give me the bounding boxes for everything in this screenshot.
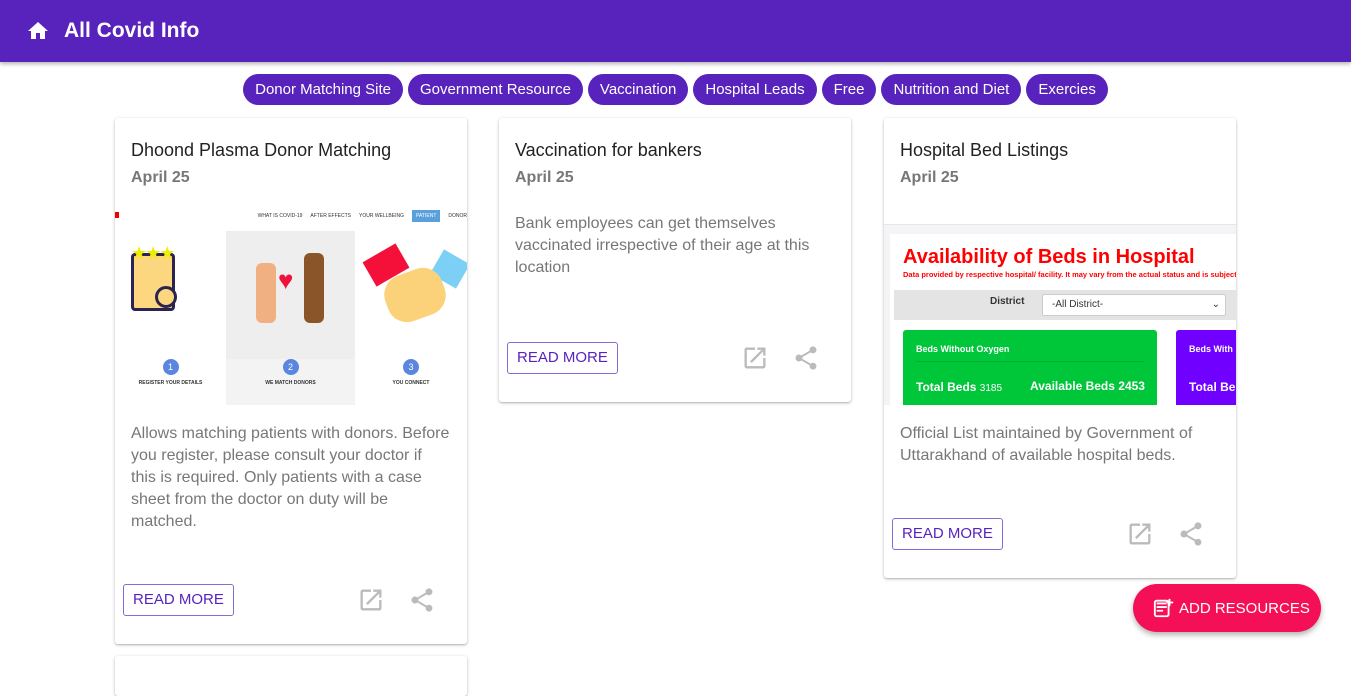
preview-nav: DONOR (448, 213, 467, 219)
chip-donor-matching[interactable]: Donor Matching Site (243, 74, 404, 105)
card-actions: Read More (507, 342, 835, 374)
share-icon[interactable] (1177, 520, 1205, 548)
total-beds-value: 3185 (979, 383, 1003, 394)
available-beds-label: Available Beds (1030, 379, 1115, 393)
app-title: All Covid Info (64, 19, 200, 42)
resource-card (115, 656, 467, 696)
category-chips: Donor Matching Site Government Resource … (0, 74, 1351, 105)
card-date: April 25 (515, 169, 574, 186)
app-bar: All Covid Info (0, 0, 1351, 62)
chip-nutrition[interactable]: Nutrition and Diet (881, 74, 1022, 105)
step-number: 2 (282, 359, 299, 375)
district-select: -All District- ⌄ (1042, 294, 1226, 316)
open-external-icon[interactable] (1126, 520, 1154, 548)
card-date: April 25 (900, 169, 959, 186)
card-title: Hospital Bed Listings (900, 140, 1069, 160)
step-label: YOU CONNECT (392, 380, 430, 386)
chip-government-resource[interactable]: Government Resource (408, 74, 583, 105)
resource-card: Vaccination for bankers April 25 Bank em… (499, 118, 851, 402)
share-icon[interactable] (408, 586, 436, 614)
chip-vaccination[interactable]: Vaccination (587, 74, 689, 105)
add-note-icon (1153, 598, 1174, 618)
read-more-button[interactable]: Read More (892, 518, 1003, 550)
box-title: Beds With (1189, 344, 1233, 354)
card-actions: Read More (123, 584, 451, 616)
total-beds-label: Total Beds (916, 380, 977, 394)
add-resources-label: Add Resources (1179, 599, 1310, 617)
preview-heading: Availability of Beds in Hospital (903, 246, 1195, 268)
card-description: Bank employees can get themselves vaccin… (515, 215, 810, 276)
resource-card: Dhoond Plasma Donor Matching April 25 WH… (115, 118, 467, 644)
resource-card: Hospital Bed Listings April 25 Availabil… (884, 118, 1236, 578)
step-label: REGISTER YOUR DETAILS (138, 380, 203, 386)
chip-free[interactable]: Free (821, 74, 877, 105)
open-external-icon[interactable] (741, 344, 769, 372)
preview-nav: WHAT IS COVID-19 (257, 213, 303, 219)
step-label: WE MATCH DONORS (265, 380, 316, 386)
box-title: Beds Without Oxygen (916, 344, 1010, 354)
card-title: Dhoond Plasma Donor Matching (131, 140, 392, 160)
box-total: Total Be (1189, 380, 1236, 394)
card-date: April 25 (131, 169, 190, 186)
preview-nav: PATIENT (412, 210, 441, 222)
district-value: -All District- (1052, 299, 1104, 310)
preview-nav: YOUR WELLBEING (358, 213, 404, 219)
card-actions: Read More (892, 518, 1220, 550)
share-icon[interactable] (792, 344, 820, 372)
card-description: Allows matching patients with donors. Be… (131, 425, 450, 530)
district-label: District (990, 296, 1025, 307)
card-image: Availability of Beds in Hospital Data pr… (884, 205, 1236, 405)
available-beds-value: 2453 (1118, 379, 1145, 393)
read-more-button[interactable]: Read More (507, 342, 618, 374)
step-number: 1 (162, 359, 179, 375)
open-external-icon[interactable] (357, 586, 385, 614)
preview-subheading: Data provided by respective hospital/ fa… (903, 270, 1236, 279)
read-more-button[interactable]: Read More (123, 584, 234, 616)
card-title: Vaccination for bankers (515, 140, 702, 160)
chip-exercises[interactable]: Exercies (1026, 74, 1108, 105)
preview-nav: AFTER EFFECTS (310, 213, 351, 219)
card-description: Official List maintained by Government o… (900, 425, 1193, 464)
add-resources-button[interactable]: Add Resources (1133, 584, 1321, 632)
card-image: WHAT IS COVID-19 AFTER EFFECTS YOUR WELL… (115, 205, 467, 405)
chip-hospital-leads[interactable]: Hospital Leads (693, 74, 817, 105)
step-number: 3 (403, 359, 419, 375)
home-icon[interactable] (26, 19, 50, 43)
